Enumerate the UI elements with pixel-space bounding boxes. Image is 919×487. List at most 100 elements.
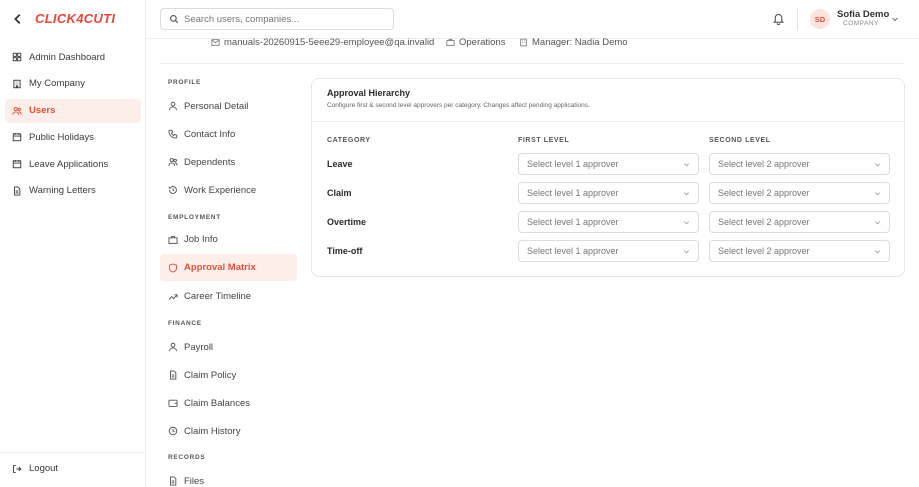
sidebar-item-label: Admin Dashboard [29,51,106,63]
sidebar-item-warning-letters[interactable]: Warning Letters [5,179,141,203]
sidebar-item-public-holidays[interactable]: Public Holidays [5,125,141,149]
row-label-overtime: Overtime [327,217,367,227]
section-label-employment: EMPLOYMENT [168,214,221,221]
chevron-down-icon [684,162,689,166]
column-header-second-level: SECOND LEVEL [709,137,771,144]
subnav-item-label: Personal Detail [184,100,249,112]
overtime-level2-select[interactable]: Select level 2 approver [709,211,890,233]
card-title: Approval Hierarchy [327,88,411,98]
column-header-first-level: FIRST LEVEL [518,137,570,144]
chevron-down-icon [875,162,880,166]
leave-level1-select[interactable]: Select level 1 approver [518,153,699,175]
wallet-icon [168,399,178,407]
overtime-level1-select[interactable]: Select level 1 approver [518,211,699,233]
subnav-item-career-timeline[interactable]: Career Timeline [160,282,297,311]
select-value: Select level 2 approver [718,159,810,169]
sidebar-item-label: Leave Applications [29,158,109,170]
select-value: Select level 1 approver [527,246,619,256]
claim-level1-select[interactable]: Select level 1 approver [518,182,699,204]
select-value: Select level 1 approver [527,159,619,169]
claim-level2-select[interactable]: Select level 2 approver [709,182,890,204]
briefcase-icon [168,235,178,244]
subnav-item-personal-detail[interactable]: Personal Detail [160,92,297,120]
building-icon [520,38,527,47]
subnav-item-label: Claim Balances [184,397,250,409]
logout-button[interactable]: Logout [12,463,58,474]
select-value: Select level 1 approver [527,188,619,198]
subnav-item-label: Claim History [184,425,241,437]
time-off-level2-select[interactable]: Select level 2 approver [709,240,890,262]
user-icon [169,101,177,111]
employee-manager-text: Manager: Nadia Demo [532,37,628,48]
phone-icon [168,129,178,139]
user-icon [169,342,177,352]
subnav-item-job-info[interactable]: Job Info [160,226,297,253]
briefcase-icon [446,38,455,47]
calendar-icon [12,133,22,142]
back-arrow-icon[interactable] [11,12,25,26]
row-label-time-off: Time-off [327,246,363,256]
section-label-profile: PROFILE [168,79,202,86]
search-input[interactable] [184,13,384,25]
subnav-item-claim-history[interactable]: Claim History [160,417,297,445]
search-icon [170,15,179,24]
user-name[interactable]: Sofia Demo [837,9,889,20]
sidebar-nav: Admin Dashboard My Company Users Public … [5,45,141,206]
sidebar-item-label: My Company [29,78,85,90]
employee-email: manuals-20260915-5eee29-employee@qa.inva… [211,37,434,48]
subnav-item-claim-balances[interactable]: Claim Balances [160,389,297,417]
users-icon [12,106,22,115]
clock-icon [168,426,178,436]
logout-icon [13,464,22,473]
subnav-item-label: Dependents [184,156,236,168]
bell-icon[interactable] [772,12,785,25]
subnav-item-label: Contact Info [184,128,236,140]
chevron-down-icon [684,220,689,224]
search-box[interactable] [160,8,394,30]
profile-subnav: PROFILE Personal Detail Contact Info Dep… [160,74,297,487]
column-header-category: CATEGORY [327,137,371,144]
select-value: Select level 2 approver [718,188,810,198]
sidebar-item-label: Warning Letters [29,185,96,197]
sidebar-item-my-company[interactable]: My Company [5,72,141,96]
chevron-down-icon[interactable] [891,15,899,23]
trend-icon [168,293,178,300]
subnav-item-approval-matrix[interactable]: Approval Matrix [160,254,297,281]
subnav-item-payroll[interactable]: Payroll [160,333,297,361]
subnav-item-contact-info[interactable]: Contact Info [160,120,297,148]
chevron-down-icon [875,249,880,253]
logout-label: Logout [29,463,59,474]
document-icon [14,186,21,196]
select-value: Select level 1 approver [527,217,619,227]
time-off-level1-select[interactable]: Select level 1 approver [518,240,699,262]
subnav-item-work-experience[interactable]: Work Experience [160,176,297,204]
employee-department-text: Operations [459,37,506,48]
sidebar-item-leave-applications[interactable]: Leave Applications [5,152,141,176]
select-value: Select level 2 approver [718,217,810,227]
leave-level2-select[interactable]: Select level 2 approver [709,153,890,175]
app-logo[interactable]: CLICK4CUTI [35,11,115,26]
calendar-icon [12,160,22,169]
subnav-item-claim-policy[interactable]: Claim Policy [160,361,297,389]
employee-department: Operations [446,37,505,48]
building-icon [13,79,21,89]
employee-email-text: manuals-20260915-5eee29-employee@qa.inva… [224,37,435,48]
sidebar-item-admin-dashboard[interactable]: Admin Dashboard [5,45,141,69]
subnav-item-label: Payroll [184,341,214,353]
sidebar-item-label: Users [29,105,56,117]
subnav-item-files[interactable]: Files [160,467,297,487]
avatar[interactable]: SD [810,9,830,29]
row-label-claim: Claim [327,188,352,198]
subnav-item-label: Work Experience [184,184,257,196]
select-value: Select level 2 approver [718,246,810,256]
card-divider [312,121,904,122]
shield-icon [169,262,177,273]
meta-divider [160,63,905,64]
section-label-finance: FINANCE [168,320,202,327]
subnav-item-label: Files [184,475,205,487]
approval-hierarchy-card: Approval Hierarchy Configure first & sec… [311,78,905,277]
sidebar-item-users[interactable]: Users [5,98,141,123]
employee-manager: Manager: Nadia Demo [519,37,628,48]
chevron-down-icon [684,249,689,253]
subnav-item-dependents[interactable]: Dependents [160,148,297,176]
